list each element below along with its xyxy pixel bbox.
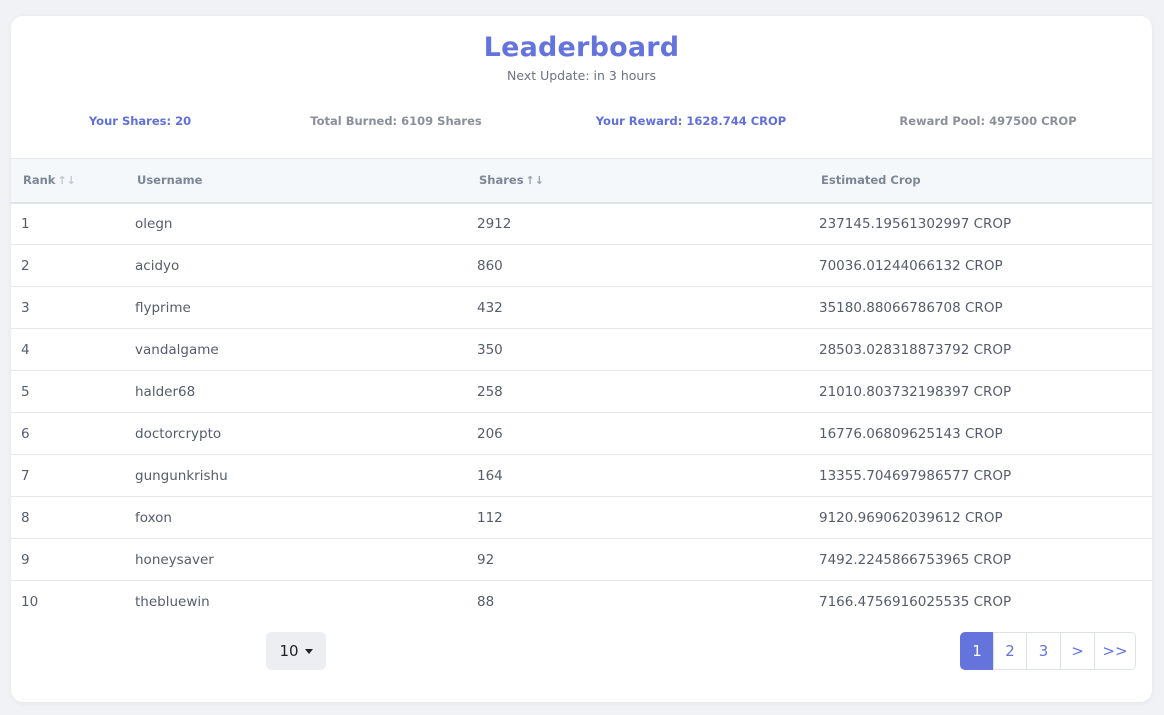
- rank-cell: 2: [11, 244, 125, 287]
- rank-cell: 7: [11, 454, 125, 497]
- last-page-button[interactable]: >>: [1094, 632, 1136, 670]
- table-row: 8 foxon 112 9120.969062039612 CROP: [11, 496, 1152, 539]
- rank-cell: 3: [11, 286, 125, 329]
- shares-cell: 432: [467, 286, 809, 329]
- rank-cell: 9: [11, 538, 125, 581]
- next-update-text: Next Update: in 3 hours: [507, 68, 656, 83]
- username-cell: vandalgame: [125, 328, 467, 371]
- username-cell: acidyo: [125, 244, 467, 287]
- leaderboard-rows: 1 olegn 2912 237145.19561302997 CROP 2 acidyo…: [11, 202, 1152, 623]
- leaderboard-table: Rank ↑↓ Username Shares ↑↓ Estimated Crop …: [11, 158, 1152, 623]
- shares-cell: 206: [467, 412, 809, 455]
- reward-pool-stat: Reward Pool: 497500 CROP: [899, 114, 1077, 128]
- shares-cell: 2912: [467, 202, 809, 245]
- page-title: Leaderboard: [483, 32, 680, 63]
- rank-cell: 4: [11, 328, 125, 371]
- username-cell: olegn: [125, 202, 467, 245]
- estimated-crop-cell: 13355.704697986577 CROP: [809, 454, 1152, 497]
- shares-cell: 92: [467, 538, 809, 581]
- column-header-estimated-crop: Estimated Crop: [809, 158, 1152, 204]
- table-row: 7 gungunkrishu 164 13355.704697986577 CROP: [11, 454, 1152, 497]
- estimated-crop-cell: 7492.2245866753965 CROP: [809, 538, 1152, 581]
- column-header-username: Username: [125, 158, 467, 204]
- shares-cell: 164: [467, 454, 809, 497]
- table-row: 6 doctorcrypto 206 16776.06809625143 CROP: [11, 412, 1152, 455]
- table-row: 9 honeysaver 92 7492.2245866753965 CROP: [11, 538, 1152, 581]
- column-header-shares[interactable]: Shares ↑↓: [467, 158, 809, 204]
- table-header-row: Rank ↑↓ Username Shares ↑↓ Estimated Crop: [11, 158, 1152, 204]
- rank-cell: 10: [21, 593, 39, 610]
- estimated-crop-cell: 237145.19561302997 CROP: [809, 202, 1152, 245]
- sort-arrows-icon[interactable]: ↑↓: [526, 174, 544, 187]
- table-row: 1 olegn 2912 237145.19561302997 CROP: [11, 202, 1152, 245]
- stats-bar: Your Shares: 20 Total Burned: 6109 Share…: [11, 114, 1152, 130]
- estimated-crop-cell: 21010.803732198397 CROP: [809, 370, 1152, 413]
- page-button-3[interactable]: 3: [1026, 632, 1061, 670]
- rank-cell: 6: [11, 412, 125, 455]
- shares-cell: 350: [467, 328, 809, 371]
- page-size-dropdown[interactable]: 10: [266, 632, 326, 670]
- table-row: 3 flyprime 432 35180.88066786708 CROP: [11, 286, 1152, 329]
- caret-down-icon: [304, 648, 313, 654]
- estimated-crop-cell: 9120.969062039612 CROP: [809, 496, 1152, 539]
- table-row: 10 thebluewin 88 7166.4756916025535 CROP: [11, 581, 1152, 623]
- pagination: 1 2 3 > >>: [960, 632, 1136, 670]
- estimated-crop-cell: 28503.028318873792 CROP: [809, 328, 1152, 371]
- estimated-crop-cell: 7166.4756916025535 CROP: [819, 593, 1012, 610]
- username-cell: doctorcrypto: [125, 412, 467, 455]
- rank-cell: 1: [11, 202, 125, 245]
- leaderboard-card: Leaderboard Next Update: in 3 hours Your…: [11, 16, 1152, 702]
- shares-cell: 258: [467, 370, 809, 413]
- table-row: 5 halder68 258 21010.803732198397 CROP: [11, 370, 1152, 413]
- page-button-1[interactable]: 1: [960, 632, 994, 670]
- username-cell: flyprime: [125, 286, 467, 329]
- table-row: 4 vandalgame 350 28503.028318873792 CROP: [11, 328, 1152, 371]
- username-cell: gungunkrishu: [125, 454, 467, 497]
- username-cell: honeysaver: [125, 538, 467, 581]
- estimated-crop-cell: 35180.88066786708 CROP: [809, 286, 1152, 329]
- page-size-value: 10: [279, 642, 299, 660]
- estimated-crop-cell: 16776.06809625143 CROP: [809, 412, 1152, 455]
- estimated-crop-cell: 70036.01244066132 CROP: [809, 244, 1152, 287]
- shares-cell: 88: [477, 593, 495, 610]
- page-button-2[interactable]: 2: [993, 632, 1027, 670]
- your-reward-stat: Your Reward: 1628.744 CROP: [595, 114, 787, 128]
- username-cell: halder68: [125, 370, 467, 413]
- rank-cell: 8: [11, 496, 125, 539]
- username-cell: foxon: [125, 496, 467, 539]
- your-shares-stat: Your Shares: 20: [88, 114, 192, 128]
- shares-cell: 112: [467, 496, 809, 539]
- table-row: 2 acidyo 860 70036.01244066132 CROP: [11, 244, 1152, 287]
- rank-cell: 5: [11, 370, 125, 413]
- column-header-rank[interactable]: Rank ↑↓: [11, 158, 125, 204]
- total-burned-stat: Total Burned: 6109 Shares: [310, 114, 482, 128]
- shares-cell: 860: [467, 244, 809, 287]
- next-page-button[interactable]: >: [1060, 632, 1095, 670]
- username-cell: thebluewin: [135, 593, 210, 610]
- sort-arrows-icon[interactable]: ↑↓: [57, 174, 75, 187]
